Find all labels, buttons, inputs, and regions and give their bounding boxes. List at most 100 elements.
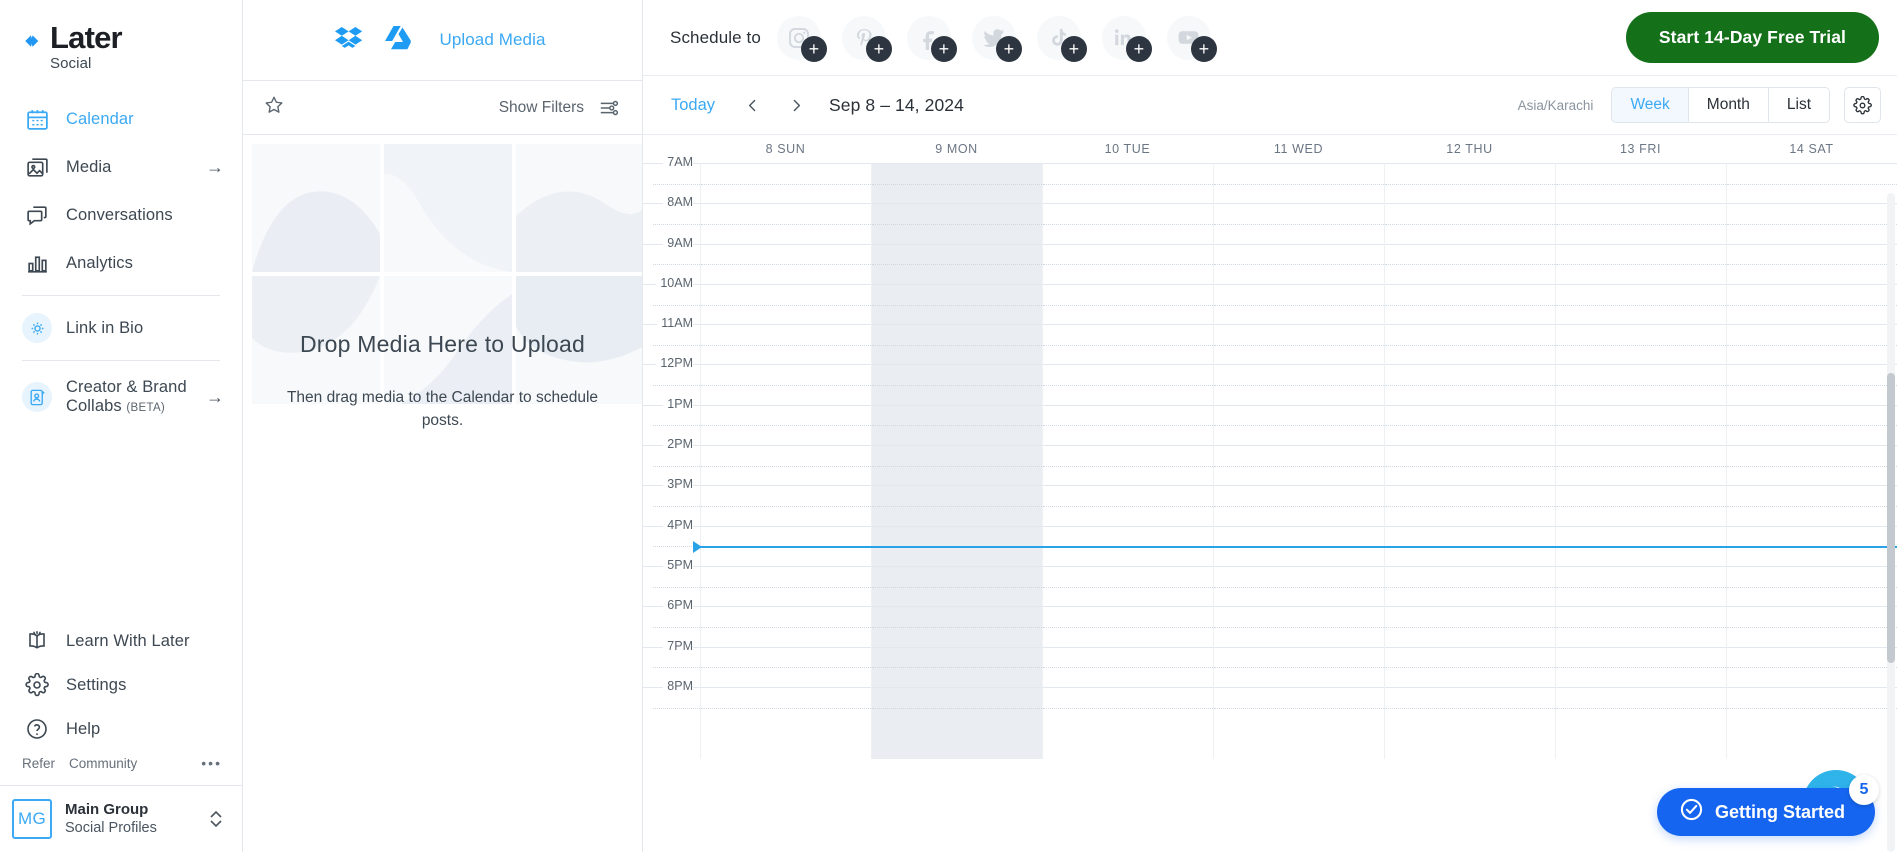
- time-slot[interactable]: [1556, 284, 1726, 324]
- tab-list[interactable]: List: [1769, 88, 1829, 122]
- chevron-left-icon[interactable]: [737, 90, 767, 120]
- time-slot[interactable]: [872, 163, 1042, 203]
- time-slot[interactable]: [1214, 324, 1384, 364]
- upload-media-button[interactable]: Upload Media: [439, 30, 545, 50]
- time-slot[interactable]: [1214, 203, 1384, 243]
- time-slot[interactable]: [1727, 566, 1897, 606]
- time-slot[interactable]: [1385, 485, 1555, 525]
- time-slot[interactable]: [1385, 445, 1555, 485]
- time-slot[interactable]: [701, 163, 871, 203]
- sliders-icon[interactable]: [598, 97, 620, 119]
- time-slot[interactable]: [1556, 364, 1726, 404]
- time-slot[interactable]: [1214, 364, 1384, 404]
- time-slot[interactable]: [1385, 566, 1555, 606]
- time-slot[interactable]: [1385, 163, 1555, 203]
- time-slot[interactable]: [1214, 485, 1384, 525]
- add-pinterest-profile-button[interactable]: +: [842, 16, 886, 60]
- time-slot[interactable]: [1556, 163, 1726, 203]
- time-slot[interactable]: [1556, 405, 1726, 445]
- time-slot[interactable]: [872, 244, 1042, 284]
- brand-logo[interactable]: Later Social: [0, 0, 242, 87]
- vertical-scrollbar[interactable]: [1887, 193, 1895, 852]
- time-slot[interactable]: [1727, 284, 1897, 324]
- day-header-sat[interactable]: 14 SAT: [1726, 142, 1897, 156]
- dropbox-icon[interactable]: [333, 22, 365, 59]
- time-slot[interactable]: [1727, 647, 1897, 687]
- time-slot[interactable]: [1214, 566, 1384, 606]
- chevron-right-icon[interactable]: [781, 90, 811, 120]
- day-header-thu[interactable]: 12 THU: [1384, 142, 1555, 156]
- time-slot[interactable]: [1727, 364, 1897, 404]
- time-slot[interactable]: [872, 606, 1042, 646]
- time-slot[interactable]: [1556, 445, 1726, 485]
- time-slot[interactable]: [872, 485, 1042, 525]
- time-slot[interactable]: [1043, 163, 1213, 203]
- time-slot[interactable]: [1214, 445, 1384, 485]
- time-slot[interactable]: [1043, 244, 1213, 284]
- community-link[interactable]: Community: [69, 756, 137, 771]
- day-header-fri[interactable]: 13 FRI: [1555, 142, 1726, 156]
- time-slot[interactable]: [1385, 244, 1555, 284]
- sidebar-item-creator-collabs[interactable]: Creator & Brand Collabs (BETA) →: [0, 369, 242, 425]
- sidebar-item-learn-with-later[interactable]: Learn With Later: [0, 619, 242, 663]
- time-slot[interactable]: [1214, 606, 1384, 646]
- time-slot[interactable]: [872, 364, 1042, 404]
- sidebar-item-help[interactable]: Help: [0, 707, 242, 751]
- time-slot[interactable]: [1043, 405, 1213, 445]
- time-slot[interactable]: [1556, 647, 1726, 687]
- add-twitter-profile-button[interactable]: +: [972, 16, 1016, 60]
- time-slot[interactable]: [872, 566, 1042, 606]
- refer-link[interactable]: Refer: [22, 756, 55, 771]
- sidebar-item-analytics[interactable]: Analytics: [0, 239, 242, 287]
- time-slot[interactable]: [1556, 606, 1726, 646]
- time-slot[interactable]: [1727, 163, 1897, 203]
- day-column[interactable]: [1384, 163, 1555, 759]
- time-slot[interactable]: [1214, 687, 1384, 727]
- add-youtube-profile-button[interactable]: +: [1167, 16, 1211, 60]
- time-slot[interactable]: [701, 244, 871, 284]
- time-slot[interactable]: [1556, 324, 1726, 364]
- time-slot[interactable]: [1385, 203, 1555, 243]
- add-facebook-profile-button[interactable]: +: [907, 16, 951, 60]
- time-slot[interactable]: [1556, 566, 1726, 606]
- time-slot[interactable]: [1385, 284, 1555, 324]
- time-slot[interactable]: [1043, 647, 1213, 687]
- add-linkedin-profile-button[interactable]: +: [1102, 16, 1146, 60]
- time-slot[interactable]: [1556, 485, 1726, 525]
- add-instagram-profile-button[interactable]: +: [777, 16, 821, 60]
- time-slot[interactable]: [701, 566, 871, 606]
- time-slot[interactable]: [1043, 324, 1213, 364]
- time-slot[interactable]: [872, 647, 1042, 687]
- star-icon[interactable]: [263, 94, 285, 121]
- time-slot[interactable]: [701, 445, 871, 485]
- day-column[interactable]: [1726, 163, 1897, 759]
- show-filters-button[interactable]: Show Filters: [499, 99, 584, 117]
- time-slot[interactable]: [701, 405, 871, 445]
- time-slot[interactable]: [1043, 284, 1213, 324]
- media-dropzone[interactable]: Drop Media Here to Upload Then drag medi…: [243, 135, 642, 852]
- time-slot[interactable]: [1727, 244, 1897, 284]
- sidebar-item-media[interactable]: Media →: [0, 143, 242, 191]
- time-slot[interactable]: [701, 203, 871, 243]
- time-slot[interactable]: [1385, 324, 1555, 364]
- time-slot[interactable]: [1214, 405, 1384, 445]
- getting-started-button[interactable]: Getting Started 5: [1657, 788, 1875, 836]
- time-slot[interactable]: [1556, 244, 1726, 284]
- time-slot[interactable]: [872, 203, 1042, 243]
- time-slot[interactable]: [872, 324, 1042, 364]
- time-slot[interactable]: [1727, 324, 1897, 364]
- time-slot[interactable]: [1385, 687, 1555, 727]
- start-free-trial-button[interactable]: Start 14-Day Free Trial: [1626, 12, 1879, 63]
- time-slot[interactable]: [1385, 364, 1555, 404]
- time-slot[interactable]: [1043, 606, 1213, 646]
- day-header-tue[interactable]: 10 TUE: [1042, 142, 1213, 156]
- time-slot[interactable]: [1043, 687, 1213, 727]
- time-slot[interactable]: [1727, 606, 1897, 646]
- today-button[interactable]: Today: [671, 96, 715, 115]
- time-slot[interactable]: [1214, 647, 1384, 687]
- sidebar-item-conversations[interactable]: Conversations: [0, 191, 242, 239]
- time-slot[interactable]: [701, 606, 871, 646]
- time-slot[interactable]: [872, 405, 1042, 445]
- scrollbar-thumb[interactable]: [1887, 373, 1895, 663]
- calendar-settings-button[interactable]: [1844, 87, 1881, 123]
